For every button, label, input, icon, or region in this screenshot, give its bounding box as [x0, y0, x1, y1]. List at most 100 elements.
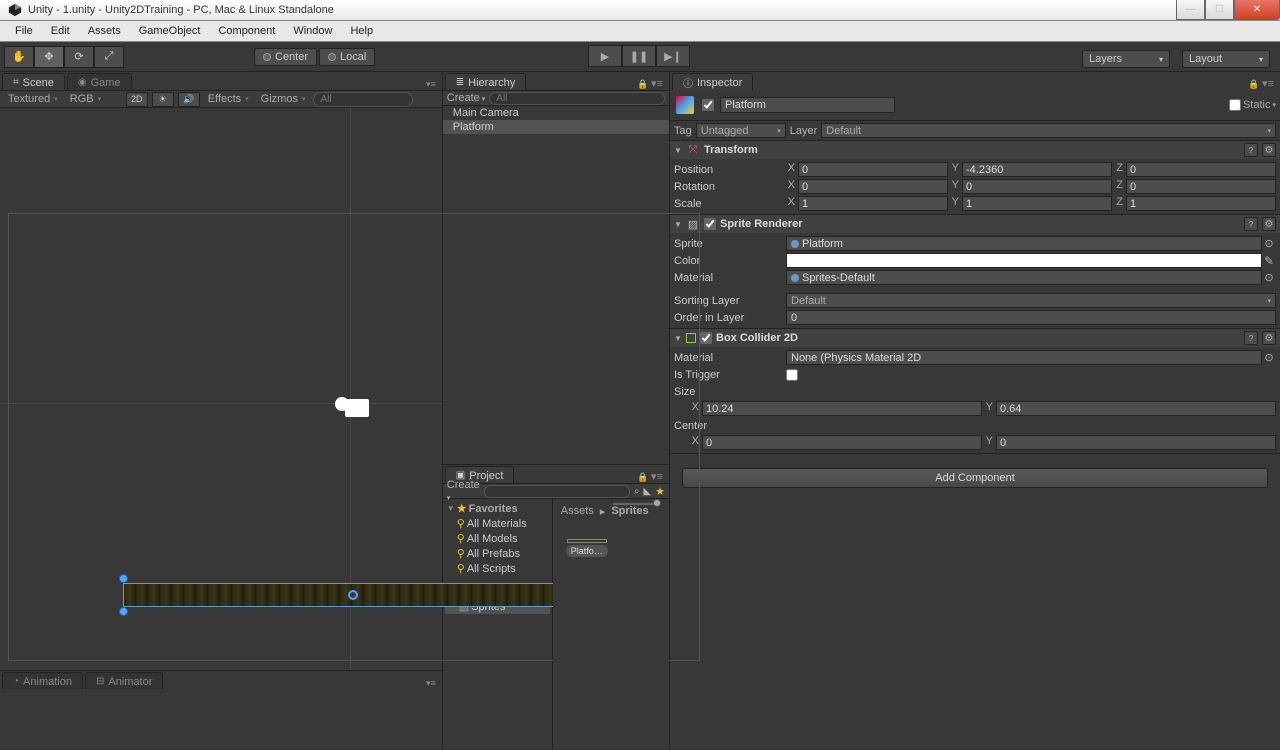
box-collider-enabled-checkbox[interactable]	[700, 332, 712, 344]
sprite-renderer-enabled-checkbox[interactable]	[704, 218, 716, 230]
add-component-button[interactable]: Add Component	[682, 468, 1268, 488]
move-tool-button[interactable]: ✥	[34, 46, 64, 68]
asset-thumb-platform[interactable]: Platfo…	[563, 539, 611, 587]
menu-file[interactable]: File	[6, 25, 42, 37]
play-button[interactable]: ▶	[588, 45, 622, 67]
sprite-field[interactable]: Platform	[786, 236, 1262, 251]
close-button[interactable]: ✕	[1234, 0, 1280, 20]
rotation-z-input[interactable]	[1126, 179, 1276, 194]
breadcrumb-assets[interactable]: Assets	[561, 505, 594, 517]
scene-panel-options[interactable]: ▾≡	[426, 79, 436, 90]
collider-size-x-input[interactable]	[702, 401, 982, 416]
space-dot-icon	[328, 53, 336, 61]
box-collider-settings-icon[interactable]	[1262, 331, 1276, 345]
collider-size-y-input[interactable]	[996, 401, 1276, 416]
scene-view[interactable]	[0, 108, 442, 670]
rotate-tool-button[interactable]: ⟳	[64, 46, 94, 68]
eyedropper-icon[interactable]: ✎	[1262, 254, 1276, 268]
minimize-button[interactable]: —	[1176, 0, 1205, 20]
pause-button[interactable]: ❚❚	[622, 45, 656, 67]
position-z-input[interactable]	[1126, 162, 1276, 177]
rotation-y-input[interactable]	[962, 179, 1112, 194]
pivot-dot-icon	[263, 53, 271, 61]
scale-x-input[interactable]	[798, 196, 948, 211]
position-y-input[interactable]	[962, 162, 1112, 177]
rotation-x-input[interactable]	[798, 179, 948, 194]
lighting-toggle[interactable]: ☀	[152, 92, 174, 107]
sprite-renderer-help-icon[interactable]: ?	[1244, 217, 1258, 231]
box-collider-help-icon[interactable]: ?	[1244, 331, 1258, 345]
material-picker-icon[interactable]: ⊙	[1262, 271, 1276, 284]
gameobject-active-checkbox[interactable]	[702, 99, 714, 111]
position-x-input[interactable]	[798, 162, 948, 177]
collider-center-x-input[interactable]	[702, 435, 982, 450]
hierarchy-tab[interactable]: ≣Hierarchy	[445, 73, 526, 90]
menu-help[interactable]: Help	[341, 25, 382, 37]
gameobject-name-input[interactable]	[720, 97, 895, 113]
hierarchy-create-dropdown[interactable]: Create	[447, 92, 486, 104]
shading-mode-dropdown[interactable]: Textured	[4, 92, 62, 107]
selection-handle-bottom-left[interactable]	[119, 607, 128, 616]
project-content[interactable]: Assets▸Sprites Platfo…	[553, 499, 669, 750]
hierarchy-lock-icon[interactable]	[637, 78, 648, 90]
sprite-renderer-settings-icon[interactable]	[1262, 217, 1276, 231]
hierarchy-search-input[interactable]	[489, 92, 665, 105]
menu-window[interactable]: Window	[284, 25, 341, 37]
menu-gameobject[interactable]: GameObject	[130, 25, 210, 37]
2d-toggle[interactable]: 2D	[126, 92, 148, 107]
animation-panel-options[interactable]: ▾≡	[426, 678, 436, 689]
scene-search-input[interactable]	[313, 92, 413, 107]
scale-z-input[interactable]	[1126, 196, 1276, 211]
gameobject-icon[interactable]	[674, 94, 696, 116]
scale-y-input[interactable]	[962, 196, 1112, 211]
step-button[interactable]: ▶❙	[656, 45, 690, 67]
sprite-picker-icon[interactable]: ⊙	[1262, 237, 1276, 250]
breadcrumb-sprites[interactable]: Sprites	[611, 505, 648, 517]
is-trigger-checkbox[interactable]	[786, 369, 798, 381]
thumbnail-size-slider[interactable]	[613, 503, 661, 505]
inspector-lock-icon[interactable]	[1248, 78, 1259, 90]
menu-component[interactable]: Component	[209, 25, 284, 37]
physics-material-picker-icon[interactable]: ⊙	[1262, 351, 1276, 364]
order-in-layer-input[interactable]	[786, 310, 1276, 325]
sorting-layer-dropdown[interactable]: Default	[786, 293, 1276, 308]
inspector-panel-options[interactable]: ▾≡	[1262, 78, 1274, 90]
hierarchy-panel-options[interactable]: ▾≡	[651, 78, 663, 90]
layout-dropdown[interactable]: Layout	[1182, 50, 1270, 68]
transform-help-icon[interactable]: ?	[1244, 143, 1258, 157]
tag-dropdown[interactable]: Untagged	[696, 123, 786, 138]
hand-tool-button[interactable]: ✋	[4, 46, 34, 68]
audio-toggle[interactable]: 🔊	[178, 92, 200, 107]
selection-pivot-icon[interactable]	[348, 590, 358, 600]
menu-assets[interactable]: Assets	[79, 25, 130, 37]
static-checkbox[interactable]	[1229, 99, 1241, 111]
object-dot-icon	[791, 274, 799, 282]
gizmos-dropdown[interactable]: Gizmos	[257, 92, 310, 107]
menu-edit[interactable]: Edit	[42, 25, 79, 37]
scene-tab[interactable]: ⌗Scene	[2, 73, 65, 90]
pivot-toggle[interactable]: Center	[254, 48, 317, 66]
inspector-tab[interactable]: ⓘInspector	[672, 73, 753, 90]
scale-tool-button[interactable]: ⤢	[94, 46, 124, 68]
physics-material-field[interactable]: None (Physics Material 2D	[786, 350, 1262, 365]
platform-sprite-object[interactable]	[123, 583, 583, 607]
hierarchy-item-main-camera[interactable]: Main Camera	[443, 106, 669, 120]
hierarchy-item-platform[interactable]: Platform	[443, 120, 669, 134]
animator-tab[interactable]: ⊟Animator	[85, 672, 163, 689]
space-toggle[interactable]: Local	[319, 48, 375, 66]
static-dropdown-icon[interactable]: ▾	[1272, 101, 1276, 109]
maximize-button[interactable]: ☐	[1205, 0, 1234, 20]
collider-center-y-input[interactable]	[996, 435, 1276, 450]
layer-dropdown[interactable]: Default	[821, 123, 1276, 138]
material-field[interactable]: Sprites-Default	[786, 270, 1262, 285]
render-mode-dropdown[interactable]: RGB	[66, 92, 122, 107]
selection-handle-top-left[interactable]	[119, 574, 128, 583]
effects-dropdown[interactable]: Effects	[204, 92, 253, 107]
layers-dropdown[interactable]: Layers	[1082, 50, 1170, 68]
color-field[interactable]	[786, 253, 1262, 268]
game-tab[interactable]: ◉Game	[67, 73, 132, 90]
transform-settings-icon[interactable]	[1262, 143, 1276, 157]
camera-gizmo-icon[interactable]	[333, 393, 369, 421]
animation-tab[interactable]: ◔Animation	[2, 672, 83, 689]
transform-foldout[interactable]: ▼	[674, 146, 682, 155]
